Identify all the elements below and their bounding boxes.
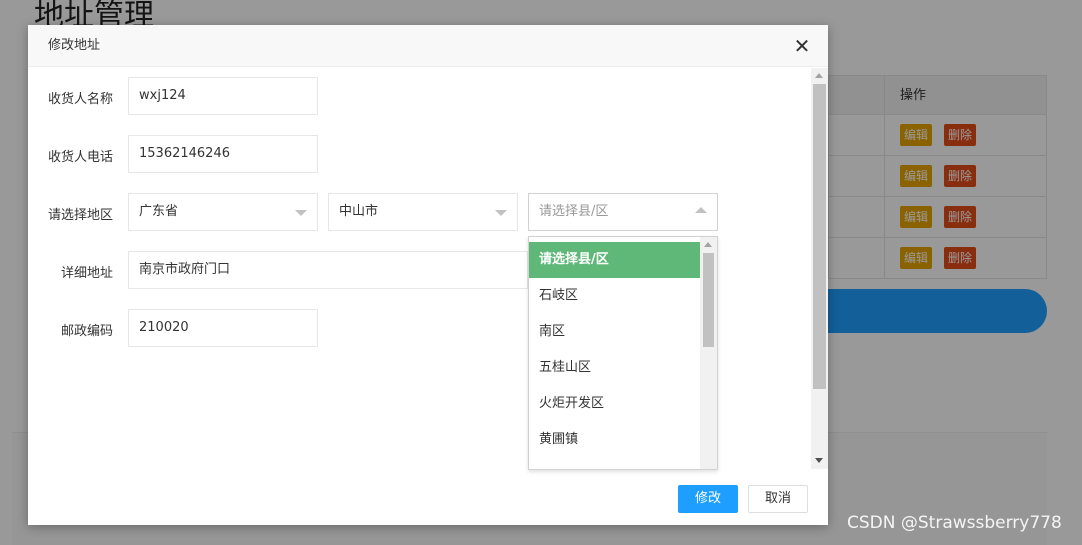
city-select[interactable]: 中山市 bbox=[328, 193, 518, 231]
chevron-down-icon bbox=[295, 210, 307, 216]
scroll-up-icon[interactable] bbox=[704, 242, 712, 247]
dialog-body: 收货人名称 wxj124 收货人电话 15362146246 请选择地区 广东省… bbox=[28, 68, 828, 470]
district-select[interactable]: 请选择县/区 bbox=[528, 193, 718, 231]
city-value: 中山市 bbox=[339, 204, 379, 219]
dropdown-scrollbar[interactable] bbox=[700, 237, 717, 469]
district-dropdown: 请选择县/区 石岐区 南区 五桂山区 火炬开发区 黄圃镇 bbox=[528, 236, 718, 470]
scroll-down-icon[interactable] bbox=[815, 458, 823, 463]
dropdown-option[interactable]: 请选择县/区 bbox=[529, 242, 700, 278]
dropdown-option[interactable]: 火炬开发区 bbox=[529, 386, 700, 422]
edit-address-dialog: 修改地址 ✕ 收货人名称 wxj124 收货人电话 15362146246 请选… bbox=[28, 25, 828, 525]
scrollbar-thumb[interactable] bbox=[813, 84, 826, 389]
province-value: 广东省 bbox=[139, 204, 179, 219]
zip-code-input[interactable]: 210020 bbox=[128, 309, 318, 347]
address-label: 详细地址 bbox=[60, 266, 113, 281]
dialog-title: 修改地址 bbox=[48, 38, 101, 53]
district-placeholder: 请选择县/区 bbox=[539, 204, 609, 219]
detail-address-input[interactable]: 南京市政府门口 bbox=[128, 251, 528, 289]
close-icon[interactable]: ✕ bbox=[792, 36, 812, 56]
receiver-name-input[interactable]: wxj124 bbox=[128, 77, 318, 115]
chevron-up-icon bbox=[695, 207, 707, 213]
region-label: 请选择地区 bbox=[47, 208, 113, 223]
scroll-up-icon[interactable] bbox=[815, 73, 823, 78]
dialog-footer: 修改 取消 bbox=[28, 469, 828, 525]
scrollbar-thumb[interactable] bbox=[703, 253, 714, 347]
dropdown-option[interactable]: 南区 bbox=[529, 314, 700, 350]
province-select[interactable]: 广东省 bbox=[128, 193, 318, 231]
chevron-down-icon bbox=[495, 210, 507, 216]
submit-button[interactable]: 修改 bbox=[678, 485, 738, 513]
cancel-button[interactable]: 取消 bbox=[748, 485, 808, 513]
watermark: CSDN @Strawssberry778 bbox=[847, 513, 1062, 533]
dialog-header: 修改地址 ✕ bbox=[28, 25, 828, 67]
dropdown-option[interactable]: 石岐区 bbox=[529, 278, 700, 314]
dialog-scrollbar[interactable] bbox=[811, 68, 828, 469]
receiver-phone-input[interactable]: 15362146246 bbox=[128, 135, 318, 173]
dropdown-option[interactable]: 五桂山区 bbox=[529, 350, 700, 386]
name-label: 收货人名称 bbox=[47, 92, 113, 107]
zip-label: 邮政编码 bbox=[60, 324, 113, 339]
dropdown-option[interactable]: 黄圃镇 bbox=[529, 422, 700, 458]
phone-label: 收货人电话 bbox=[47, 150, 113, 165]
